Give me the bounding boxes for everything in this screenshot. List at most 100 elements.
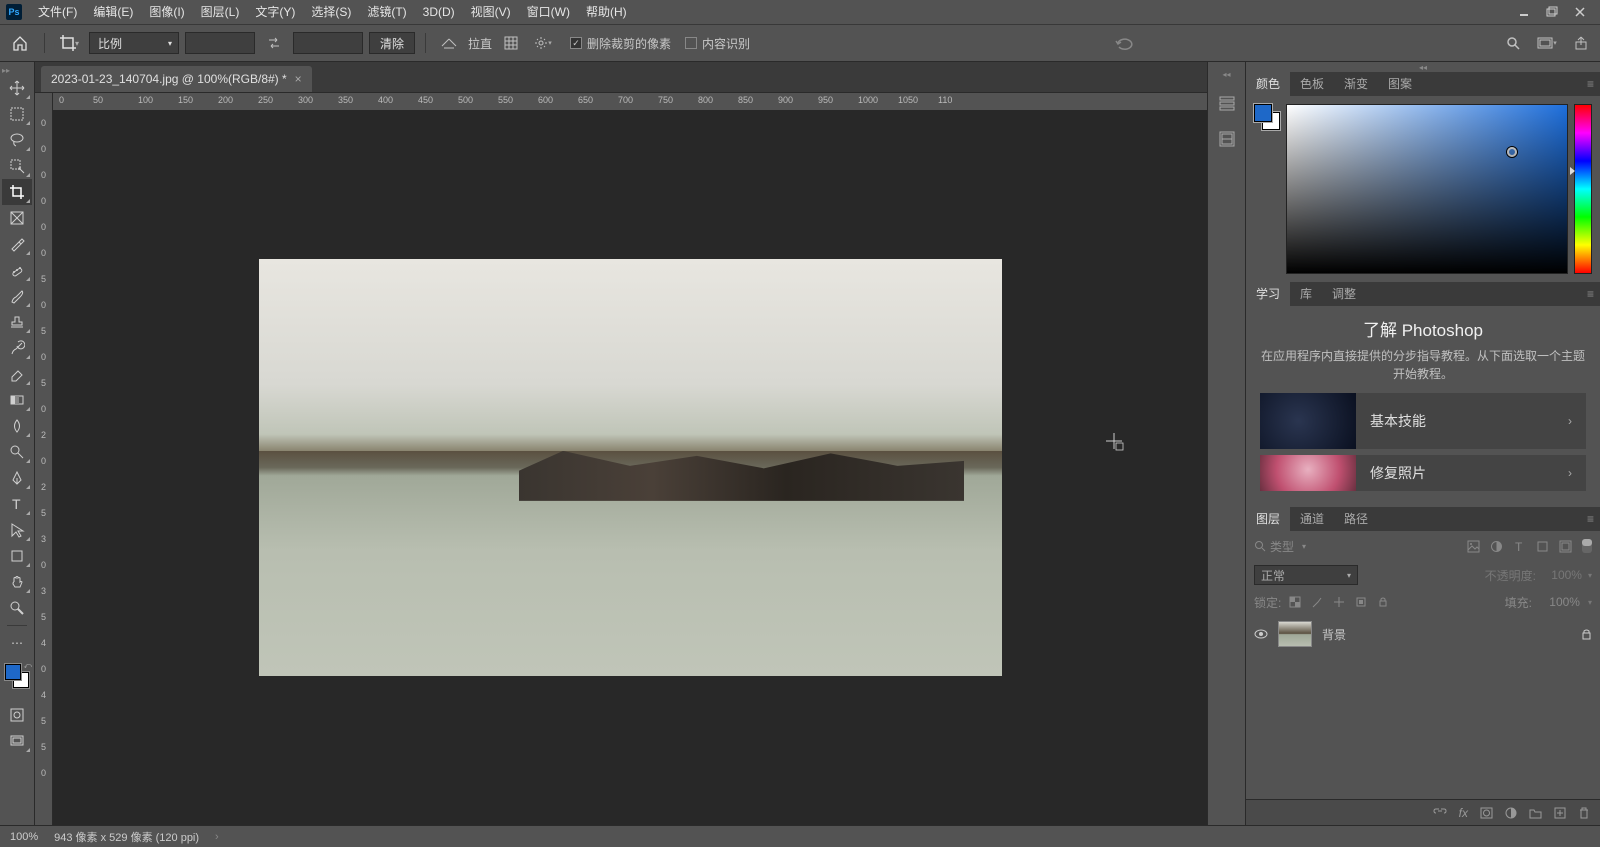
tab-layers[interactable]: 图层	[1246, 507, 1290, 531]
screen-mode-tool[interactable]	[2, 728, 32, 754]
layer-style-button[interactable]: fx	[1459, 806, 1468, 820]
lasso-tool[interactable]	[2, 127, 32, 153]
color-swatches[interactable]: ⤺	[5, 664, 29, 688]
crop-settings-button[interactable]: ▾	[530, 32, 556, 54]
eyedropper-tool[interactable]	[2, 231, 32, 257]
lock-artboard-icon[interactable]	[1355, 596, 1367, 608]
layer-mask-button[interactable]	[1480, 807, 1493, 819]
blend-mode-dropdown[interactable]: 正常▾	[1254, 565, 1358, 585]
collapse-handle[interactable]: ▸▸	[0, 66, 10, 75]
clear-button[interactable]: 清除	[369, 32, 415, 54]
status-flyout-button[interactable]: ›	[215, 831, 219, 843]
document-tab[interactable]: 2023-01-23_140704.jpg @ 100%(RGB/8#) * ×	[41, 66, 312, 92]
link-layers-button[interactable]	[1433, 807, 1447, 819]
close-button[interactable]	[1566, 2, 1594, 22]
menu-type[interactable]: 文字(Y)	[247, 0, 303, 24]
color-panel-swatches[interactable]	[1254, 104, 1280, 274]
layer-filter-type[interactable]: 类型 ▾	[1254, 538, 1461, 555]
screen-mode-button[interactable]: ▾	[1534, 32, 1560, 54]
edit-toolbar-button[interactable]: ⋯	[2, 630, 32, 656]
opacity-value[interactable]: 100%	[1542, 568, 1582, 582]
minimize-button[interactable]	[1510, 2, 1538, 22]
fg-color-swatch[interactable]	[1254, 104, 1272, 122]
panel-menu-button[interactable]: ≡	[1581, 287, 1600, 301]
history-brush-tool[interactable]	[2, 335, 32, 361]
menu-view[interactable]: 视图(V)	[463, 0, 519, 24]
filter-type-icon[interactable]: T	[1513, 540, 1526, 553]
ruler-horizontal[interactable]: 0 50100 150200 250300 350400 450500 5506…	[35, 92, 1207, 110]
shape-tool[interactable]	[2, 543, 32, 569]
menu-file[interactable]: 文件(F)	[30, 0, 85, 24]
zoom-level[interactable]: 100%	[10, 831, 38, 843]
group-button[interactable]	[1529, 807, 1542, 819]
menu-select[interactable]: 选择(S)	[303, 0, 359, 24]
tab-learn[interactable]: 学习	[1246, 282, 1290, 306]
visibility-toggle[interactable]	[1254, 629, 1268, 639]
panel-collapse-handle[interactable]: ◂◂	[1246, 62, 1600, 72]
crop-height-input[interactable]	[293, 32, 363, 54]
share-button[interactable]	[1568, 32, 1594, 54]
menu-help[interactable]: 帮助(H)	[578, 0, 635, 24]
tab-channels[interactable]: 通道	[1290, 507, 1334, 531]
eraser-tool[interactable]	[2, 361, 32, 387]
layer-background[interactable]: 背景	[1246, 615, 1600, 653]
ruler-vertical[interactable]: 00000050505020253035404550	[35, 110, 53, 825]
search-button[interactable]	[1500, 32, 1526, 54]
quick-mask-button[interactable]	[2, 702, 32, 728]
color-field[interactable]	[1286, 104, 1568, 274]
home-button[interactable]	[6, 30, 34, 56]
panel-menu-button[interactable]: ≡	[1581, 512, 1600, 526]
menu-filter[interactable]: 滤镜(T)	[359, 0, 414, 24]
history-panel-icon[interactable]	[1215, 91, 1239, 115]
filter-image-icon[interactable]	[1467, 540, 1480, 553]
crop-tool[interactable]	[2, 179, 32, 205]
filter-shape-icon[interactable]	[1536, 540, 1549, 553]
layer-name[interactable]: 背景	[1322, 626, 1346, 643]
hue-pointer[interactable]	[1570, 167, 1575, 175]
menu-image[interactable]: 图像(I)	[141, 0, 192, 24]
menu-edit[interactable]: 编辑(E)	[85, 0, 141, 24]
lock-transparency-icon[interactable]	[1289, 596, 1301, 608]
tab-patterns[interactable]: 图案	[1378, 72, 1422, 96]
filter-toggle[interactable]	[1582, 539, 1592, 553]
type-tool[interactable]: T	[2, 491, 32, 517]
zoom-tool[interactable]	[2, 595, 32, 621]
healing-tool[interactable]	[2, 257, 32, 283]
document-info[interactable]: 943 像素 x 529 像素 (120 ppi)	[54, 829, 199, 845]
tab-gradients[interactable]: 渐变	[1334, 72, 1378, 96]
frame-tool[interactable]	[2, 205, 32, 231]
menu-window[interactable]: 窗口(W)	[519, 0, 578, 24]
filter-adjust-icon[interactable]	[1490, 540, 1503, 553]
learn-item-retouch[interactable]: 修复照片 ›	[1260, 455, 1586, 491]
panel-menu-button[interactable]: ≡	[1581, 77, 1600, 91]
fill-value[interactable]: 100%	[1540, 595, 1580, 609]
ratio-dropdown[interactable]: 比例▾	[89, 32, 179, 54]
straighten-icon-button[interactable]	[436, 32, 462, 54]
tab-swatches[interactable]: 色板	[1290, 72, 1334, 96]
lock-pixels-icon[interactable]	[1311, 596, 1323, 608]
layer-thumbnail[interactable]	[1278, 621, 1312, 647]
marquee-tool[interactable]	[2, 101, 32, 127]
dodge-tool[interactable]	[2, 439, 32, 465]
tab-adjustments[interactable]: 调整	[1322, 282, 1366, 306]
maximize-button[interactable]	[1538, 2, 1566, 22]
stamp-tool[interactable]	[2, 309, 32, 335]
adjustment-layer-button[interactable]	[1505, 807, 1517, 819]
content-aware-checkbox[interactable]: 内容识别	[685, 35, 750, 52]
lock-icon[interactable]	[1581, 628, 1592, 640]
menu-3d[interactable]: 3D(D)	[415, 0, 463, 24]
crop-tool-indicator[interactable]: ▾	[55, 30, 83, 56]
crop-width-input[interactable]	[185, 32, 255, 54]
menu-layer[interactable]: 图层(L)	[193, 0, 248, 24]
gradient-tool[interactable]	[2, 387, 32, 413]
tab-libraries[interactable]: 库	[1290, 282, 1322, 306]
color-picker-ring[interactable]	[1507, 147, 1517, 157]
swap-dimensions-button[interactable]	[261, 32, 287, 54]
lock-position-icon[interactable]	[1333, 596, 1345, 608]
path-select-tool[interactable]	[2, 517, 32, 543]
delete-pixels-checkbox[interactable]: ✓ 删除裁剪的像素	[570, 35, 671, 52]
delete-layer-button[interactable]	[1578, 807, 1590, 819]
reset-crop-button[interactable]	[1112, 32, 1138, 54]
collapse-handle[interactable]: ◂◂	[1222, 70, 1230, 79]
learn-item-basics[interactable]: 基本技能 ›	[1260, 393, 1586, 449]
